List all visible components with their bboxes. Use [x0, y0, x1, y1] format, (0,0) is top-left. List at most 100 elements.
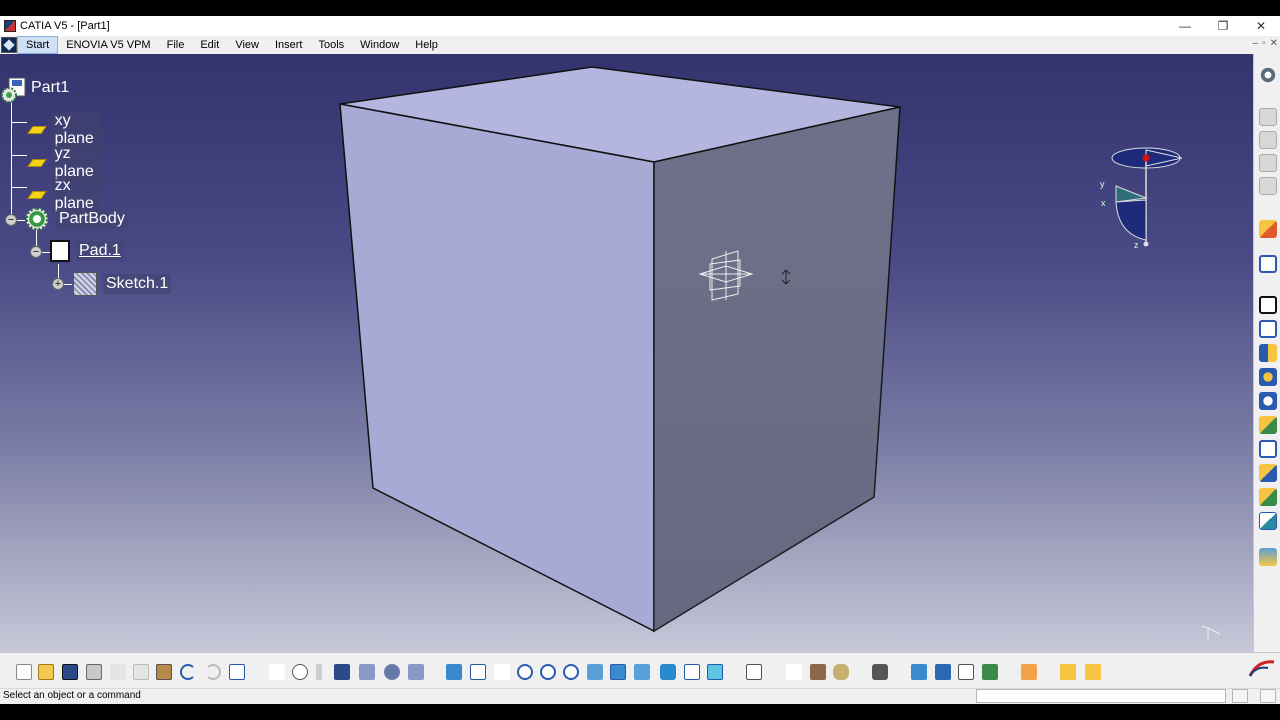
paste-icon[interactable]: [156, 664, 172, 680]
shaft-tool-icon[interactable]: [1259, 344, 1277, 362]
normal-view-icon[interactable]: [587, 664, 603, 680]
pad-tool-icon[interactable]: [1259, 296, 1277, 314]
cube-front-face[interactable]: [339, 103, 655, 633]
table-icon[interactable]: [334, 664, 350, 680]
sketcher-icon[interactable]: [1259, 255, 1277, 273]
knowledge-icon[interactable]: [292, 664, 308, 680]
expand-sketch-icon[interactable]: +: [52, 278, 64, 290]
command-stop-icon[interactable]: [1232, 689, 1248, 703]
undo-icon[interactable]: [180, 664, 196, 680]
menu-tools[interactable]: Tools: [310, 36, 352, 54]
doc-restore-button[interactable]: ▫: [1262, 38, 1266, 49]
menu-window[interactable]: Window: [352, 36, 407, 54]
cut-icon[interactable]: [110, 664, 126, 680]
apply-material-icon[interactable]: [911, 664, 927, 680]
tree-label-part1[interactable]: Part1: [28, 78, 72, 98]
status-message: Select an object or a command: [3, 690, 141, 701]
3d-viewport[interactable]: Part1 xy plane yz plane zx plane − PartB…: [0, 54, 1253, 652]
measure-item-icon[interactable]: [810, 664, 826, 680]
menu-help[interactable]: Help: [407, 36, 446, 54]
menu-start[interactable]: Start: [17, 36, 59, 54]
disabled-tool-icon[interactable]: [1259, 154, 1277, 172]
knowledge-advisor-icon[interactable]: [1060, 664, 1076, 680]
menu-insert[interactable]: Insert: [267, 36, 311, 54]
rotate-icon[interactable]: [517, 664, 533, 680]
menu-view[interactable]: View: [227, 36, 267, 54]
update-icon[interactable]: [746, 664, 762, 680]
shading-icon[interactable]: [660, 664, 676, 680]
instantiate-icon[interactable]: [1021, 664, 1037, 680]
shell-tool-icon[interactable]: [1259, 488, 1277, 506]
collapse-pad-icon[interactable]: −: [30, 246, 42, 258]
right-toolbar: [1253, 54, 1280, 652]
analysis-icon[interactable]: [982, 664, 998, 680]
measure-between-icon[interactable]: [786, 664, 802, 680]
command-help-icon[interactable]: [1260, 689, 1276, 703]
restore-button[interactable]: ❐: [1204, 16, 1242, 36]
command-input[interactable]: [976, 689, 1226, 703]
plane-icon: [27, 159, 47, 167]
tree-label-partbody[interactable]: PartBody: [56, 209, 128, 229]
isometric-view-icon[interactable]: [634, 664, 650, 680]
sketch-icon: [73, 272, 97, 296]
fillet-tool-icon[interactable]: [1259, 416, 1277, 434]
new-file-icon[interactable]: [16, 664, 32, 680]
thickness-tool-icon[interactable]: [1259, 512, 1277, 530]
disabled-tool-icon[interactable]: [1259, 108, 1277, 126]
surface-tool-icon[interactable]: [1259, 548, 1277, 566]
rule-icon[interactable]: [1085, 664, 1101, 680]
draft-tool-icon[interactable]: [1259, 464, 1277, 482]
redo-icon[interactable]: [205, 664, 221, 680]
disabled-tool-icon[interactable]: [1259, 177, 1277, 195]
groove-tool-icon[interactable]: [1259, 392, 1277, 410]
compass-widget[interactable]: y x z: [1096, 144, 1186, 256]
catalog-icon[interactable]: [359, 664, 375, 680]
save-icon[interactable]: [62, 664, 78, 680]
menu-enovia[interactable]: ENOVIA V5 VPM: [58, 36, 158, 54]
measure-inertia-icon[interactable]: [833, 664, 849, 680]
select-arrow-icon[interactable]: [1259, 220, 1277, 238]
compass-icon[interactable]: [1096, 144, 1186, 256]
print-icon[interactable]: [86, 664, 102, 680]
cube-geometry[interactable]: [0, 54, 1253, 652]
multi-view-icon[interactable]: [610, 664, 626, 680]
camera-icon[interactable]: [872, 664, 888, 680]
compass-x-label: x: [1101, 198, 1106, 208]
catia-logo-icon[interactable]: [1, 37, 17, 53]
menu-bar: Start ENOVIA V5 VPM File Edit View Inser…: [0, 36, 1280, 54]
zoom-out-icon[interactable]: [563, 664, 579, 680]
hide-show-icon[interactable]: [684, 664, 700, 680]
settings-gear-icon[interactable]: [1259, 66, 1277, 84]
swap-space-icon[interactable]: [707, 664, 723, 680]
fit-all-icon[interactable]: [470, 664, 486, 680]
tree-node-pad[interactable]: Pad.1: [50, 240, 124, 262]
scan-icon[interactable]: [408, 664, 424, 680]
doc-minimize-button[interactable]: –: [1253, 38, 1259, 49]
pan-icon[interactable]: [494, 664, 510, 680]
properties-icon[interactable]: [958, 664, 974, 680]
tree-node-sketch[interactable]: Sketch.1: [73, 272, 172, 296]
hole-tool-icon[interactable]: [1259, 368, 1277, 386]
whats-this-icon[interactable]: [229, 664, 245, 680]
tree-label-sketch[interactable]: Sketch.1: [103, 274, 172, 294]
menu-edit[interactable]: Edit: [192, 36, 227, 54]
chamfer-tool-icon[interactable]: [1259, 440, 1277, 458]
menu-file[interactable]: File: [159, 36, 193, 54]
3d-annotation-icon[interactable]: [935, 664, 951, 680]
doc-close-button[interactable]: ✕: [1270, 38, 1278, 49]
tree-node-partbody[interactable]: PartBody: [26, 208, 128, 230]
open-folder-icon[interactable]: [38, 664, 54, 680]
pocket-tool-icon[interactable]: [1259, 320, 1277, 338]
copy-icon[interactable]: [133, 664, 149, 680]
tree-node-part1[interactable]: Part1: [0, 76, 72, 103]
minimize-button[interactable]: —: [1166, 16, 1204, 36]
collapse-partbody-icon[interactable]: −: [5, 214, 17, 226]
zoom-in-icon[interactable]: [540, 664, 556, 680]
disabled-tool-icon[interactable]: [1259, 131, 1277, 149]
fly-mode-icon[interactable]: [446, 664, 462, 680]
tree-label-pad[interactable]: Pad.1: [76, 241, 124, 261]
law-icon[interactable]: [384, 664, 400, 680]
formula-icon[interactable]: [269, 664, 285, 680]
catia-brand-logo: [1248, 660, 1276, 683]
close-button[interactable]: ✕: [1242, 16, 1280, 36]
